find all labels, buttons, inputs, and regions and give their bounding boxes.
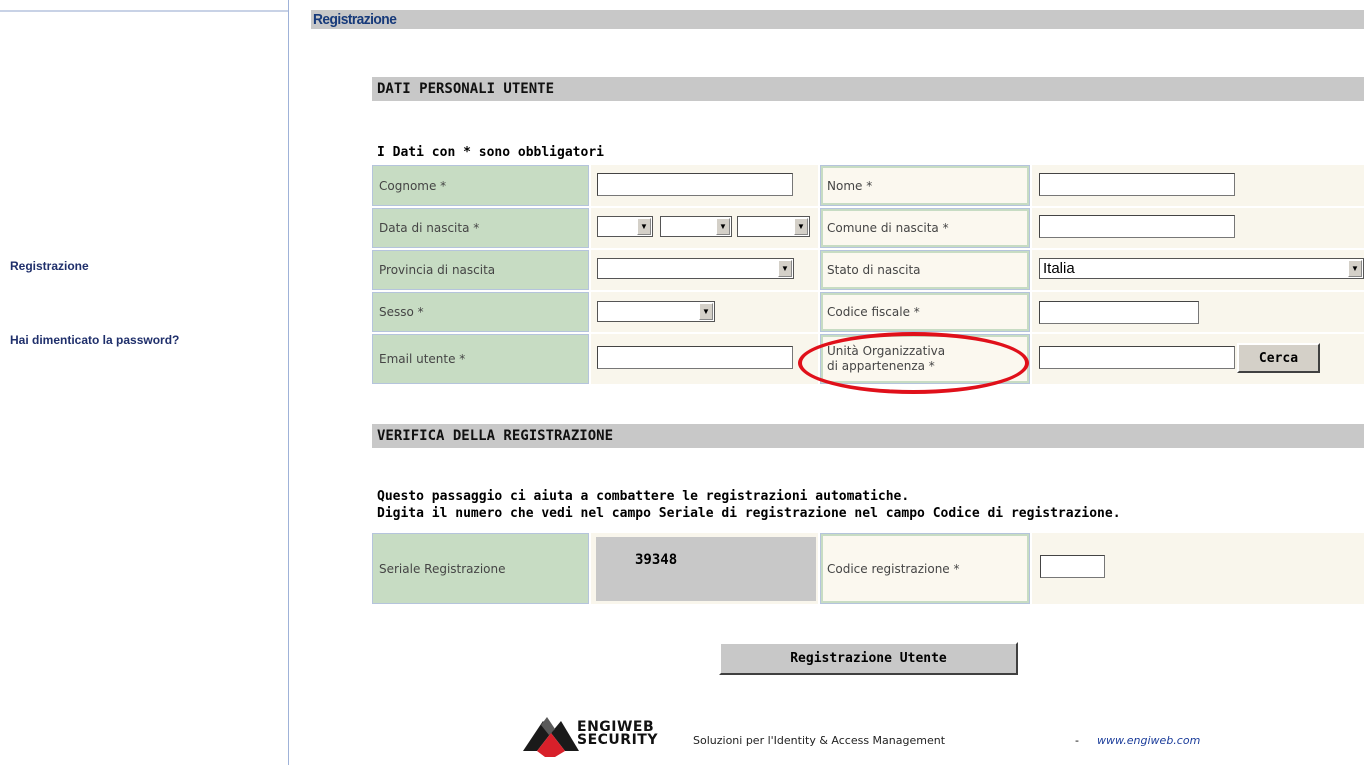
nome-input[interactable] <box>1039 173 1235 196</box>
label-codice-registrazione-text: Codice registrazione * <box>827 561 960 576</box>
chevron-down-icon: ▼ <box>778 260 792 277</box>
label-stato: Stato di nascita <box>820 250 1030 290</box>
label-cognome: Cognome * <box>372 165 589 206</box>
sidebar-top-line <box>0 10 288 12</box>
label-codice-fiscale-text: Codice fiscale * <box>827 305 920 319</box>
sidebar-link-forgot-password[interactable]: Hai dimenticato la password? <box>10 330 190 350</box>
stato-select-value: Italia <box>1043 260 1075 277</box>
cell-data-nascita: ▼ ▼ ▼ <box>591 208 818 248</box>
label-data-nascita: Data di nascita * <box>372 208 589 248</box>
section-title-personal: DATI PERSONALI UTENTE <box>377 81 555 97</box>
cell-email <box>591 334 818 384</box>
label-unita-organizzativa: Unità Organizzativa di appartenenza * <box>820 334 1030 384</box>
sesso-select[interactable]: ▼ <box>597 301 715 322</box>
label-codice-registrazione: Codice registrazione * <box>820 533 1030 604</box>
chevron-down-icon: ▼ <box>1348 260 1362 277</box>
unita-organizzativa-input[interactable] <box>1039 346 1235 369</box>
label-serial: Seriale Registrazione <box>372 533 589 604</box>
required-fields-note: I Dati con * sono obbligatori <box>377 145 604 160</box>
cell-cognome <box>591 165 818 206</box>
label-codice-fiscale: Codice fiscale * <box>820 292 1030 332</box>
comune-input[interactable] <box>1039 215 1235 238</box>
logo-word-security: SECURITY <box>577 732 658 748</box>
label-serial-text: Seriale Registrazione <box>379 561 506 576</box>
cell-provincia: ▼ <box>591 250 818 290</box>
serial-value: 39348 <box>635 552 678 568</box>
chevron-down-icon: ▼ <box>794 218 808 235</box>
label-stato-text: Stato di nascita <box>827 263 921 277</box>
label-unita-line2: di appartenenza * <box>827 359 935 373</box>
footer: ENGIWEB SECURITY Soluzioni per l'Identit… <box>521 713 1251 761</box>
cell-codice-registrazione <box>1032 533 1364 604</box>
registrazione-utente-button[interactable]: Registrazione Utente <box>719 642 1018 675</box>
codice-registrazione-input[interactable] <box>1040 555 1105 578</box>
email-input[interactable] <box>597 346 793 369</box>
label-cognome-text: Cognome * <box>379 178 447 193</box>
label-provincia-text: Provincia di nascita <box>379 263 496 277</box>
label-sesso: Sesso * <box>372 292 589 332</box>
sidebar-link-registrazione[interactable]: Registrazione <box>10 256 89 276</box>
stato-select[interactable]: Italia ▼ <box>1039 258 1364 279</box>
cell-nome <box>1032 165 1364 206</box>
footer-tagline: Soluzioni per l'Identity & Access Manage… <box>693 734 946 747</box>
label-sesso-text: Sesso * <box>379 305 424 319</box>
label-comune: Comune di nascita * <box>820 208 1030 248</box>
cell-comune <box>1032 208 1364 248</box>
codice-fiscale-input[interactable] <box>1039 301 1199 324</box>
cognome-input[interactable] <box>597 173 793 196</box>
sidebar: Registrazione Hai dimenticato la passwor… <box>0 0 289 765</box>
section-title-verify: VERIFICA DELLA REGISTRAZIONE <box>377 428 614 444</box>
label-unita-line1: Unità Organizzativa <box>827 344 946 358</box>
footer-website-link[interactable]: www.engiweb.com <box>1097 734 1200 747</box>
label-data-nascita-text: Data di nascita * <box>379 221 480 235</box>
label-provincia: Provincia di nascita <box>372 250 589 290</box>
day-select[interactable]: ▼ <box>597 216 653 237</box>
chevron-down-icon: ▼ <box>637 218 651 235</box>
label-email: Email utente * <box>372 334 589 384</box>
cell-sesso: ▼ <box>591 292 818 332</box>
label-nome: Nome * <box>820 165 1030 206</box>
year-select[interactable]: ▼ <box>737 216 810 237</box>
section-header-personal: DATI PERSONALI UTENTE <box>372 77 1364 101</box>
section-header-verify: VERIFICA DELLA REGISTRAZIONE <box>372 424 1364 448</box>
verify-note-line2: Digita il numero che vedi nel campo Seri… <box>377 506 1121 521</box>
cell-codice-fiscale <box>1032 292 1364 332</box>
chevron-down-icon: ▼ <box>699 303 713 320</box>
provincia-select[interactable]: ▼ <box>597 258 794 279</box>
label-nome-text: Nome * <box>827 178 873 193</box>
serial-box: 39348 <box>596 537 816 601</box>
chevron-down-icon: ▼ <box>716 218 730 235</box>
engiweb-logo-icon <box>523 717 579 757</box>
month-select[interactable]: ▼ <box>660 216 732 237</box>
footer-separator: - <box>1075 734 1079 747</box>
label-comune-text: Comune di nascita * <box>827 221 949 235</box>
cell-stato: Italia ▼ <box>1032 250 1364 290</box>
page-header-bar: Registrazione <box>311 10 1364 29</box>
cerca-button[interactable]: Cerca <box>1237 343 1320 373</box>
page-title: Registrazione <box>313 11 397 28</box>
verify-note-line1: Questo passaggio ci aiuta a combattere l… <box>377 489 910 504</box>
label-email-text: Email utente * <box>379 352 466 366</box>
